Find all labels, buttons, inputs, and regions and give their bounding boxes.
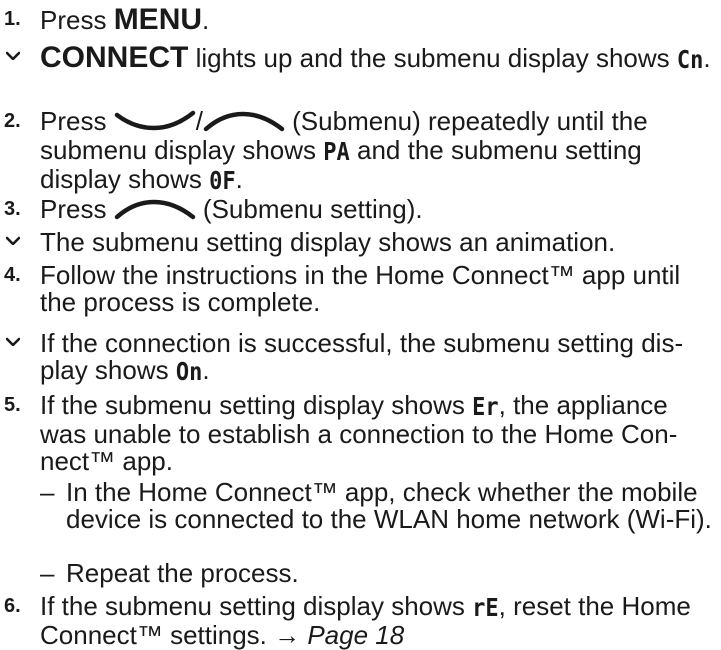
display-code: Er: [472, 393, 499, 422]
step-text: If the submenu setting display shows Er,…: [40, 390, 678, 476]
substep-text: Repeat the process.: [66, 558, 299, 588]
step-text: Follow the instructions in the Home Conn…: [40, 260, 681, 317]
result-text: The submenu setting display shows an ani…: [40, 227, 616, 257]
step-4: 4. Follow the instructions in the Home C…: [0, 262, 715, 316]
connect-label: CONNECT: [40, 41, 189, 74]
display-code: PA: [323, 138, 350, 167]
chevron-up-icon: [203, 110, 285, 137]
substep-5a: – In the Home Connect™ app, check whethe…: [40, 479, 717, 533]
display-code: 0F: [209, 167, 236, 196]
substep-5b: – Repeat the process.: [40, 560, 717, 587]
step-6: 6. If the submenu setting display shows …: [0, 593, 715, 649]
chevron-down-icon: [114, 110, 196, 137]
checkmark-icon: [6, 235, 20, 245]
instruction-document: 1. Press MENU. CONNECT lights up and the…: [0, 0, 721, 649]
step-text: If the submenu setting display shows rE,…: [40, 591, 691, 650]
result-text: CONNECT lights up and the submenu displa…: [40, 41, 711, 75]
step-3: 3. Press (Submenu setting).: [0, 196, 715, 225]
step-text: Press MENU.: [40, 3, 210, 36]
step-number: 2.: [4, 110, 21, 132]
step-number: 4.: [4, 264, 21, 286]
display-code: Cn: [676, 46, 704, 75]
page-reference-link[interactable]: Page 18: [307, 620, 404, 650]
step-text: Press / (Submenu) repeatedly until the s…: [40, 106, 648, 196]
display-code: On: [175, 358, 203, 387]
step-number: 6.: [4, 595, 21, 617]
checkmark-icon: [6, 336, 20, 346]
step-text: Press (Submenu setting).: [40, 194, 423, 225]
checkmark-icon: [6, 50, 20, 60]
step-number: 5.: [4, 394, 21, 416]
substep-text: In the Home Connect™ app, check whether …: [66, 477, 712, 534]
step-number: 1.: [4, 8, 21, 30]
menu-key-label: MENU: [113, 3, 203, 36]
step-1: 1. Press MENU.: [0, 3, 715, 36]
step-number: 3.: [4, 198, 21, 220]
result-3: The submenu setting display shows an ani…: [0, 229, 715, 256]
step-5: 5. If the submenu setting display shows …: [0, 392, 715, 475]
step-2: 2. Press / (Submenu) repeatedly until th…: [0, 106, 715, 196]
result-text: If the connection is successful, the sub…: [40, 328, 684, 387]
result-4: If the connection is successful, the sub…: [0, 328, 715, 387]
display-code: rE: [472, 594, 499, 623]
chevron-up-icon: [114, 198, 196, 225]
result-1: CONNECT lights up and the submenu displa…: [0, 41, 715, 75]
